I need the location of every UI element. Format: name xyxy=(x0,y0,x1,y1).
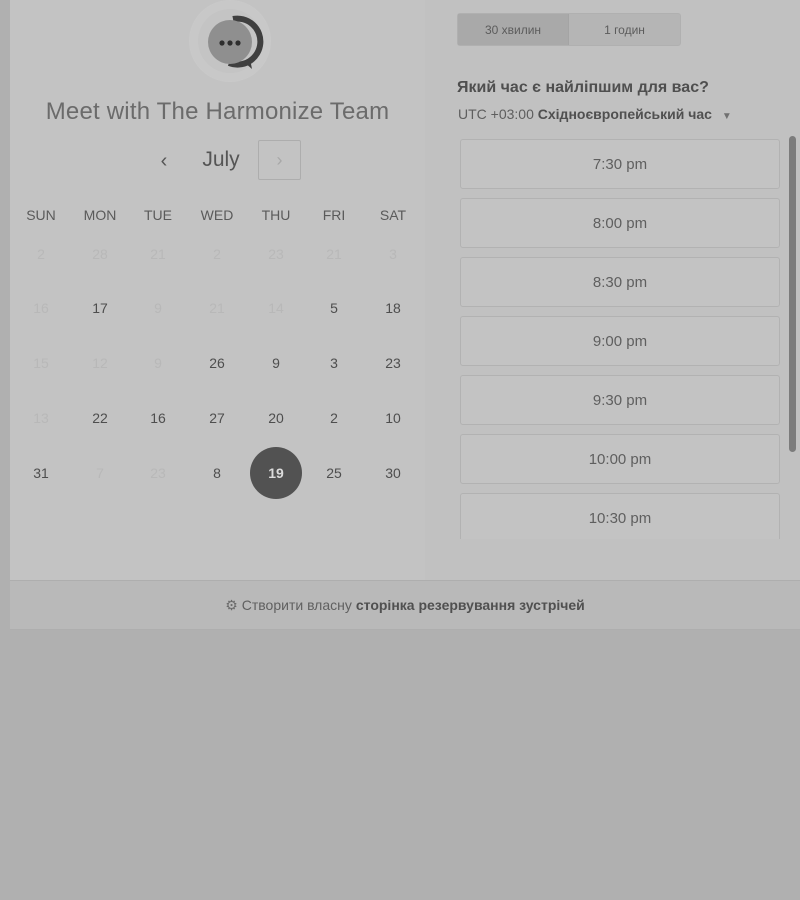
calendar-day[interactable]: 3 xyxy=(314,348,354,378)
slots-scrollbar[interactable] xyxy=(789,136,796,452)
calendar-day[interactable]: 5 xyxy=(314,293,354,323)
calendar-day[interactable]: 27 xyxy=(197,403,237,433)
time-slot-button[interactable]: 10:30 pm xyxy=(460,493,780,539)
time-slot-button[interactable]: 9:00 pm xyxy=(460,316,780,366)
duration-tab-30-min[interactable]: 30 хвилин xyxy=(458,14,569,45)
calendar-day[interactable]: 26 xyxy=(197,348,237,378)
hubspot-sprocket-icon: ⚙ xyxy=(225,596,238,613)
calendar-day[interactable]: 20 xyxy=(256,403,296,433)
time-slot-button[interactable]: 8:00 pm xyxy=(460,198,780,248)
calendar-grid: 2 28 21 2 23 21 3 16 17 9 21 14 5 18 15 12 9 26 9 3 23 13 22 16… xyxy=(10,0,425,580)
calendar-day: 12 xyxy=(92,355,108,371)
duration-tab-1-hour[interactable]: 1 годин xyxy=(569,14,680,45)
footer-link-bar[interactable]: ⚙ Створити власну сторінка резервування … xyxy=(10,580,800,630)
calendar-day: 21 xyxy=(326,246,342,262)
time-question-heading: Який час є найліпшим для вас? xyxy=(457,79,709,96)
time-slot-button[interactable]: 9:30 pm xyxy=(460,375,780,425)
calendar-day[interactable]: 30 xyxy=(373,458,413,488)
calendar-day: 23 xyxy=(268,246,284,262)
calendar-day[interactable]: 10 xyxy=(373,403,413,433)
caret-down-icon: ▼ xyxy=(721,111,732,122)
duration-selector: 30 хвилин 1 годин xyxy=(457,13,681,46)
time-slot-button[interactable]: 8:30 pm xyxy=(460,257,780,307)
calendar-day: 3 xyxy=(389,246,397,262)
time-slots-panel: 30 хвилин 1 годин Який час є найліпшим д… xyxy=(425,0,800,580)
footer-prefix-text: Створити власну xyxy=(241,597,352,613)
calendar-day: 21 xyxy=(150,246,166,262)
calendar-day[interactable]: 18 xyxy=(373,293,413,323)
calendar-day[interactable]: 31 xyxy=(21,458,61,488)
calendar-day: 21 xyxy=(209,300,225,316)
calendar-day: 2 xyxy=(213,246,221,262)
footer-link-text[interactable]: сторінка резервування зустрічей xyxy=(356,597,585,613)
calendar-day: 13 xyxy=(33,410,49,426)
calendar-day-selected[interactable]: 19 xyxy=(250,447,302,499)
calendar-day[interactable]: 23 xyxy=(373,348,413,378)
calendar-day[interactable]: 9 xyxy=(256,348,296,378)
calendar-day: 14 xyxy=(268,300,284,316)
time-slot-button[interactable]: 7:30 pm xyxy=(460,139,780,189)
calendar-day[interactable]: 2 xyxy=(314,403,354,433)
calendar-day: 28 xyxy=(92,246,108,262)
time-slot-button[interactable]: 10:00 pm xyxy=(460,434,780,484)
calendar-day: 15 xyxy=(33,355,49,371)
calendar-day: 23 xyxy=(150,465,166,481)
calendar-day[interactable]: 25 xyxy=(314,458,354,488)
calendar-day: 2 xyxy=(37,246,45,262)
timezone-name: Східноєвропейський час xyxy=(537,106,712,122)
timezone-offset: UTC +03:00 xyxy=(458,106,534,122)
calendar-day: 9 xyxy=(154,300,162,316)
calendar-day: 7 xyxy=(96,465,104,481)
calendar-day: 16 xyxy=(33,300,49,316)
calendar-day: 9 xyxy=(154,355,162,371)
time-slot-list: 7:30 pm 8:00 pm 8:30 pm 9:00 pm 9:30 pm … xyxy=(460,139,782,539)
calendar-day[interactable]: 16 xyxy=(138,403,178,433)
calendar-panel: Meet with The Harmonize Team ‹ July › SU… xyxy=(10,0,425,580)
calendar-day[interactable]: 22 xyxy=(80,403,120,433)
calendar-day[interactable]: 17 xyxy=(80,293,120,323)
timezone-selector[interactable]: UTC +03:00 Східноєвропейський час ▼ xyxy=(458,106,732,122)
calendar-day[interactable]: 8 xyxy=(197,458,237,488)
